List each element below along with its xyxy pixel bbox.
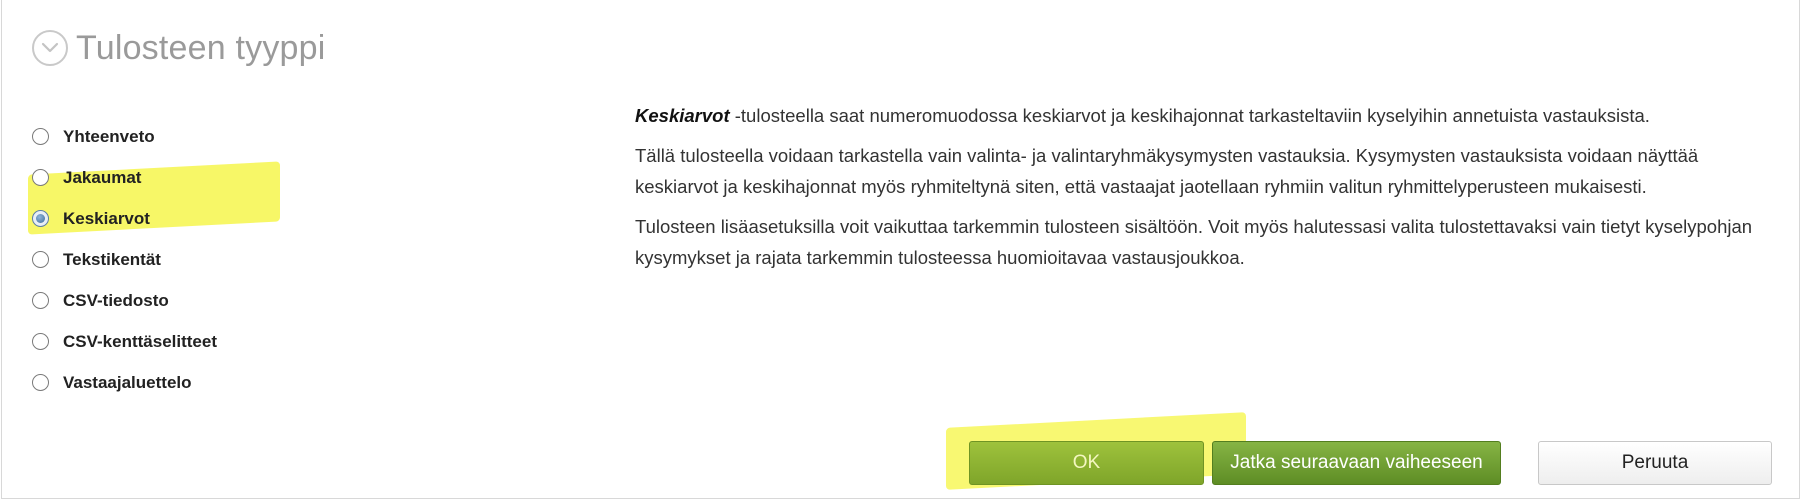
panel-header[interactable]: Tulosteen tyyppi [32, 26, 326, 70]
radio-button[interactable] [32, 128, 49, 145]
radio-button[interactable] [32, 169, 49, 186]
option-csv-kenttaselitteet[interactable]: CSV-kenttäselitteet [32, 321, 332, 362]
description-paragraph-1: Keskiarvot -tulosteella saat numeromuodo… [635, 100, 1765, 131]
report-type-description: Keskiarvot -tulosteella saat numeromuodo… [635, 100, 1765, 282]
option-label: Tekstikentät [63, 249, 161, 269]
option-jakaumat[interactable]: Jakaumat [32, 157, 332, 198]
radio-button[interactable] [32, 374, 49, 391]
page-title: Tulosteen tyyppi [76, 28, 326, 67]
option-label: Keskiarvot [63, 208, 150, 228]
option-label: CSV-kenttäselitteet [63, 331, 217, 351]
chevron-down-circle-icon[interactable] [32, 30, 68, 66]
option-keskiarvot[interactable]: Keskiarvot [32, 198, 332, 239]
option-tekstikentat[interactable]: Tekstikentät [32, 239, 332, 280]
option-label: Vastaajaluettelo [63, 372, 192, 392]
option-label: Yhteenveto [63, 126, 155, 146]
description-text: -tulosteella saat numeromuodossa keskiar… [729, 105, 1650, 126]
radio-button[interactable] [32, 292, 49, 309]
radio-button[interactable] [32, 251, 49, 268]
description-emphasis: Keskiarvot [635, 105, 730, 126]
radio-button[interactable] [32, 210, 49, 227]
description-paragraph-3: Tulosteen lisäasetuksilla voit vaikuttaa… [635, 216, 1753, 268]
report-type-panel: Tulosteen tyyppi Yhteenveto Jakaumat Kes… [1, 0, 1800, 499]
cancel-button[interactable]: Peruuta [1538, 441, 1772, 485]
ok-button[interactable]: OK [969, 441, 1204, 485]
option-csv-tiedosto[interactable]: CSV-tiedosto [32, 280, 332, 321]
radio-button[interactable] [32, 333, 49, 350]
option-label: Jakaumat [63, 167, 142, 187]
report-type-options: Yhteenveto Jakaumat Keskiarvot Tekstiken… [32, 116, 332, 403]
option-yhteenveto[interactable]: Yhteenveto [32, 116, 332, 157]
option-label: CSV-tiedosto [63, 290, 169, 310]
next-step-button[interactable]: Jatka seuraavaan vaiheeseen [1212, 441, 1501, 485]
description-paragraph-2: Tällä tulosteella voidaan tarkastella va… [635, 145, 1699, 197]
option-vastaajaluettelo[interactable]: Vastaajaluettelo [32, 362, 332, 403]
